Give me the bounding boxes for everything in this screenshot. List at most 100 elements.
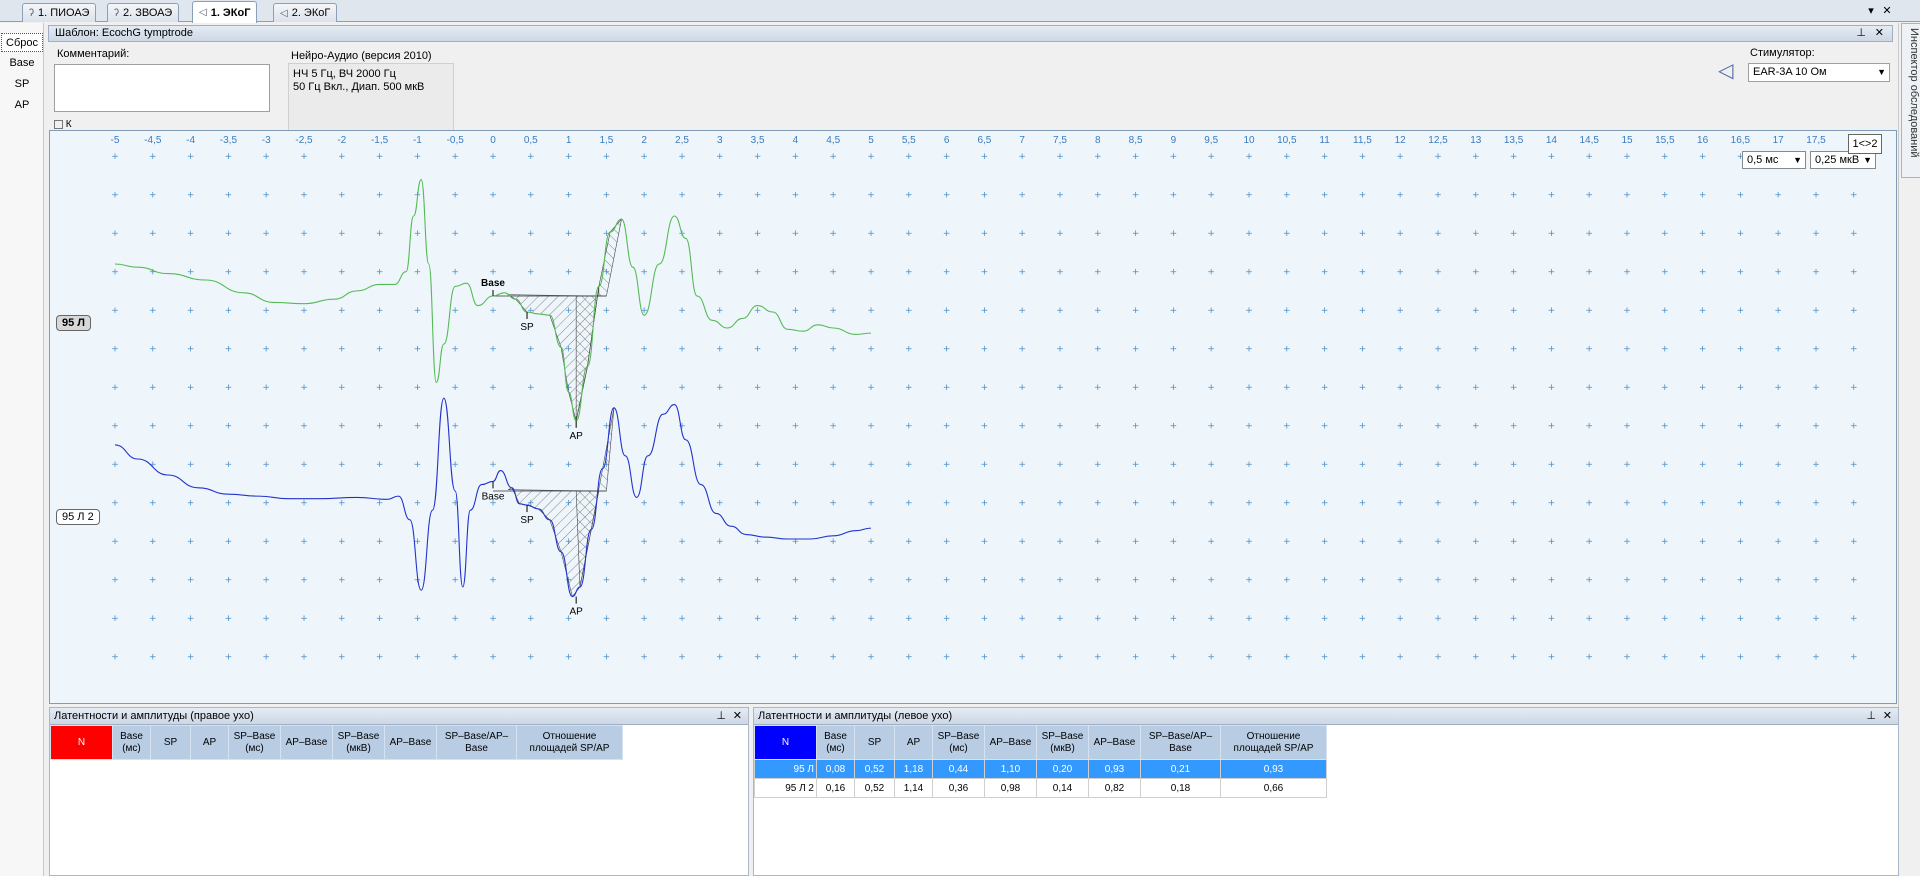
grid-mark: + (943, 306, 951, 316)
grid-mark: + (527, 383, 535, 393)
grid-mark: + (1510, 152, 1518, 162)
grid-mark: + (187, 537, 195, 547)
grid-mark: + (451, 268, 459, 278)
column-header[interactable]: AP–Base (384, 725, 437, 760)
tab-ecog-1[interactable]: ◁ 1. ЭКоГ (192, 1, 258, 23)
grid-mark: + (527, 229, 535, 239)
grid-mark: + (943, 345, 951, 355)
speaker-icon: ◁ (280, 7, 288, 19)
column-header-n[interactable]: N (50, 725, 113, 760)
base-button[interactable]: Base (1, 54, 43, 73)
grid-mark: + (1018, 614, 1026, 624)
close-icon[interactable]: ✕ (733, 708, 742, 724)
close-icon[interactable]: ✕ (1880, 3, 1894, 17)
grid-mark: + (1283, 460, 1291, 470)
column-header[interactable]: AP (894, 725, 933, 760)
pin-icon[interactable]: ⊥ (1866, 708, 1876, 724)
grid-mark: + (1812, 268, 1820, 278)
ecochg-chart[interactable]: + + + + + + + + + + + + + + + + + + + + + + + + + + + + + + + + + + + + + + + +… (49, 130, 1897, 704)
swap-traces-button[interactable]: 1<>2 (1848, 134, 1882, 154)
tabs-dropdown-icon[interactable]: ▾ (1864, 3, 1878, 17)
x-tick-label: 16,5 (1731, 135, 1751, 146)
inspector-tab[interactable]: Инспектор обследований (1901, 23, 1920, 178)
grid-mark: + (1434, 653, 1442, 663)
grid-mark: + (754, 306, 762, 316)
grid-mark: + (527, 460, 535, 470)
table-cell: 0,93 (1088, 759, 1141, 779)
grid-mark: + (1548, 229, 1556, 239)
grid-mark: + (565, 460, 573, 470)
grid-mark: + (1207, 229, 1215, 239)
grid-mark: + (1359, 152, 1367, 162)
column-header[interactable]: SP–Base (мс) (932, 725, 985, 760)
column-header[interactable]: SP–Base (мкВ) (332, 725, 385, 760)
tab-ecog-2[interactable]: ◁ 2. ЭКоГ (273, 3, 338, 22)
column-header[interactable]: AP–Base (1088, 725, 1141, 760)
column-header[interactable]: Base (мс) (112, 725, 151, 760)
close-icon[interactable]: ✕ (1875, 26, 1884, 41)
grid-mark: + (867, 653, 875, 663)
grid-mark: + (1132, 306, 1140, 316)
pin-icon[interactable]: ⊥ (1856, 26, 1866, 41)
grid-mark: + (1434, 499, 1442, 509)
comment-checkbox[interactable]: К (54, 119, 72, 130)
grid-mark: + (414, 614, 422, 624)
sp-button[interactable]: SP (1, 75, 43, 94)
column-header[interactable]: SP–Base/AP–Base (1140, 725, 1221, 760)
grid-mark: + (1548, 268, 1556, 278)
grid-mark: + (414, 499, 422, 509)
grid-mark: + (1661, 653, 1669, 663)
tab-pioae[interactable]: ʔ 1. ПИОАЭ (22, 3, 97, 22)
grid-mark: + (1737, 268, 1745, 278)
grid-mark: + (489, 268, 497, 278)
grid-mark: + (527, 152, 535, 162)
tab-zvoae[interactable]: ʔ 2. ЗВОАЭ (107, 3, 180, 22)
grid-mark: + (1132, 268, 1140, 278)
grid-mark: + (1207, 191, 1215, 201)
column-header[interactable]: SP–Base (мкВ) (1036, 725, 1089, 760)
grid-mark: + (1396, 460, 1404, 470)
column-header[interactable]: Base (мс) (816, 725, 855, 760)
column-header[interactable]: SP–Base (мс) (228, 725, 281, 760)
grid-mark: + (1396, 422, 1404, 432)
grid-mark: + (1699, 576, 1707, 586)
column-header[interactable]: SP (854, 725, 895, 760)
close-icon[interactable]: ✕ (1883, 708, 1892, 724)
grid-mark: + (225, 383, 233, 393)
x-tick-label: 17,5 (1806, 135, 1826, 146)
column-header[interactable]: SP–Base/AP–Base (436, 725, 517, 760)
column-header[interactable]: AP (190, 725, 229, 760)
grid-mark: + (1207, 653, 1215, 663)
grid-mark: + (603, 576, 611, 586)
grid-mark: + (111, 306, 119, 316)
grid-mark: + (981, 576, 989, 586)
grid-mark: + (1094, 191, 1102, 201)
ap-button[interactable]: AP (1, 96, 43, 115)
x-tick-label: -1,5 (371, 135, 389, 146)
column-header[interactable]: AP–Base (984, 725, 1037, 760)
grid-mark: + (187, 152, 195, 162)
time-scale-select[interactable]: 0,5 мс ▼ (1742, 151, 1806, 169)
grid-mark: + (1434, 345, 1442, 355)
pin-icon[interactable]: ⊥ (716, 708, 726, 724)
grid-mark: + (1170, 614, 1178, 624)
grid-mark: + (1321, 152, 1329, 162)
column-header[interactable]: Отношение площадей SP/AP (516, 725, 623, 760)
grid-mark: + (262, 306, 270, 316)
table-row[interactable]: 95 Л 2 0,16 0,52 1,14 0,36 0,98 0,14 0,82 0,18 0,… (754, 778, 1327, 798)
trace-label-2[interactable]: 95 Л 2 (56, 509, 100, 525)
trace-label-1[interactable]: 95 Л (56, 315, 92, 331)
column-header-n[interactable]: N (754, 725, 817, 760)
column-header[interactable]: Отношение площадей SP/AP (1220, 725, 1327, 760)
reset-button[interactable]: Сброс (1, 33, 43, 52)
grid-mark: + (1850, 306, 1858, 316)
x-tick-label: -3,5 (220, 135, 238, 146)
grid-mark: + (451, 345, 459, 355)
table-row[interactable]: 95 Л 0,08 0,52 1,18 0,44 1,10 0,20 0,93 0,21 0,93 (754, 759, 1327, 779)
column-header[interactable]: SP (150, 725, 191, 760)
column-header[interactable]: AP–Base (280, 725, 333, 760)
grid-mark: + (1396, 383, 1404, 393)
stimulator-select[interactable]: EAR-3A 10 Ом ▼ (1748, 63, 1890, 82)
grid-mark: + (451, 152, 459, 162)
comment-input[interactable] (54, 64, 270, 112)
